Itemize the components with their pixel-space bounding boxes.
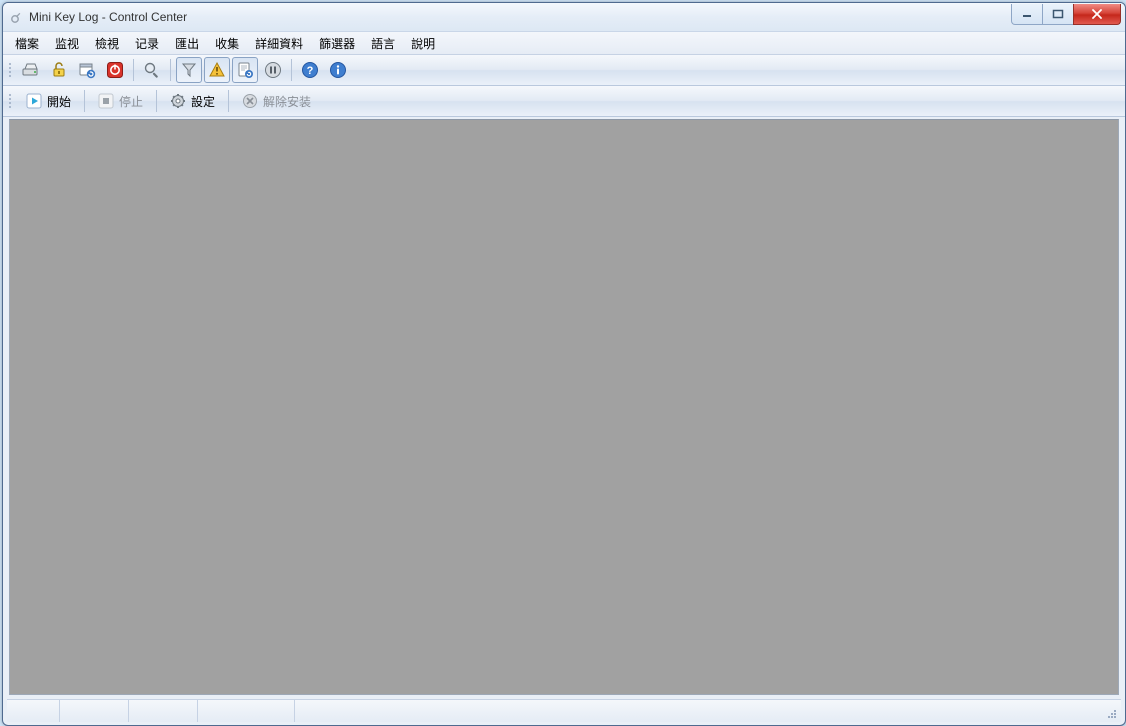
- pause-circle-icon: [263, 60, 283, 80]
- status-cell-3: [129, 700, 198, 722]
- menu-export[interactable]: 匯出: [167, 32, 207, 55]
- settings-label: 設定: [191, 93, 215, 110]
- drive-icon: [21, 60, 41, 80]
- minimize-button[interactable]: [1011, 4, 1043, 25]
- window-controls: [1012, 4, 1121, 24]
- window-title: Mini Key Log - Control Center: [29, 10, 187, 24]
- stop-icon: [98, 93, 114, 109]
- uninstall-label: 解除安装: [263, 93, 311, 110]
- gear-icon: [170, 93, 186, 109]
- unlock-button[interactable]: [46, 57, 72, 83]
- uninstall-button[interactable]: 解除安装: [233, 88, 320, 114]
- menu-records[interactable]: 记录: [127, 32, 167, 55]
- app-window: Mini Key Log - Control Center 檔案 监视 檢視 记…: [2, 2, 1126, 726]
- status-cell-2: [60, 700, 129, 722]
- app-icon: [9, 9, 25, 25]
- page-refresh-icon: [235, 60, 255, 80]
- page-refresh-toggle[interactable]: [232, 57, 258, 83]
- magnifier-button[interactable]: [139, 57, 165, 83]
- toolbar-separator: [170, 59, 171, 81]
- warning-icon: [207, 60, 227, 80]
- power-icon: [105, 60, 125, 80]
- toolbar-main: ?: [3, 55, 1125, 86]
- status-cell-4: [198, 700, 295, 722]
- toolbar-separator: [133, 59, 134, 81]
- toolbar-separator: [84, 90, 85, 112]
- start-label: 開始: [47, 93, 71, 110]
- menu-details[interactable]: 詳細資料: [247, 32, 311, 55]
- pause-button[interactable]: [260, 57, 286, 83]
- stop-label: 停止: [119, 93, 143, 110]
- menu-bar: 檔案 监视 檢視 记录 匯出 收集 詳細資料 篩選器 語言 說明: [3, 32, 1125, 55]
- magnifier-icon: [142, 60, 162, 80]
- status-bar: [7, 699, 1121, 722]
- toolbar-grip[interactable]: [7, 90, 13, 112]
- info-button[interactable]: [325, 57, 351, 83]
- play-icon: [26, 93, 42, 109]
- filter-icon: [179, 60, 199, 80]
- menu-monitor[interactable]: 监视: [47, 32, 87, 55]
- menu-view[interactable]: 檢視: [87, 32, 127, 55]
- close-button[interactable]: [1073, 4, 1121, 25]
- status-cell-1: [7, 700, 60, 722]
- svg-text:?: ?: [307, 65, 314, 77]
- drive-button[interactable]: [18, 57, 44, 83]
- toolbar-actions: 開始 停止 設定: [3, 86, 1125, 117]
- remove-circle-icon: [242, 93, 258, 109]
- warning-toggle[interactable]: [204, 57, 230, 83]
- maximize-button[interactable]: [1042, 4, 1074, 25]
- toolbar-grip[interactable]: [7, 59, 13, 81]
- toolbar-separator: [228, 90, 229, 112]
- help-button[interactable]: ?: [297, 57, 323, 83]
- menu-collect[interactable]: 收集: [207, 32, 247, 55]
- settings-button[interactable]: 設定: [161, 88, 224, 114]
- toolbar-separator: [156, 90, 157, 112]
- help-icon: ?: [300, 60, 320, 80]
- start-button[interactable]: 開始: [17, 88, 80, 114]
- menu-language[interactable]: 語言: [363, 32, 403, 55]
- content-area: [9, 119, 1119, 695]
- power-button[interactable]: [102, 57, 128, 83]
- toolbar-separator: [291, 59, 292, 81]
- filter-toggle[interactable]: [176, 57, 202, 83]
- info-icon: [328, 60, 348, 80]
- menu-file[interactable]: 檔案: [7, 32, 47, 55]
- resize-grip[interactable]: [1100, 700, 1121, 722]
- unlock-icon: [49, 60, 69, 80]
- title-bar: Mini Key Log - Control Center: [3, 3, 1125, 32]
- calendar-refresh-icon: [77, 60, 97, 80]
- status-cell-flex: [295, 700, 1100, 722]
- stop-button[interactable]: 停止: [89, 88, 152, 114]
- menu-help[interactable]: 說明: [403, 32, 443, 55]
- menu-filter[interactable]: 篩選器: [311, 32, 363, 55]
- calendar-refresh-button[interactable]: [74, 57, 100, 83]
